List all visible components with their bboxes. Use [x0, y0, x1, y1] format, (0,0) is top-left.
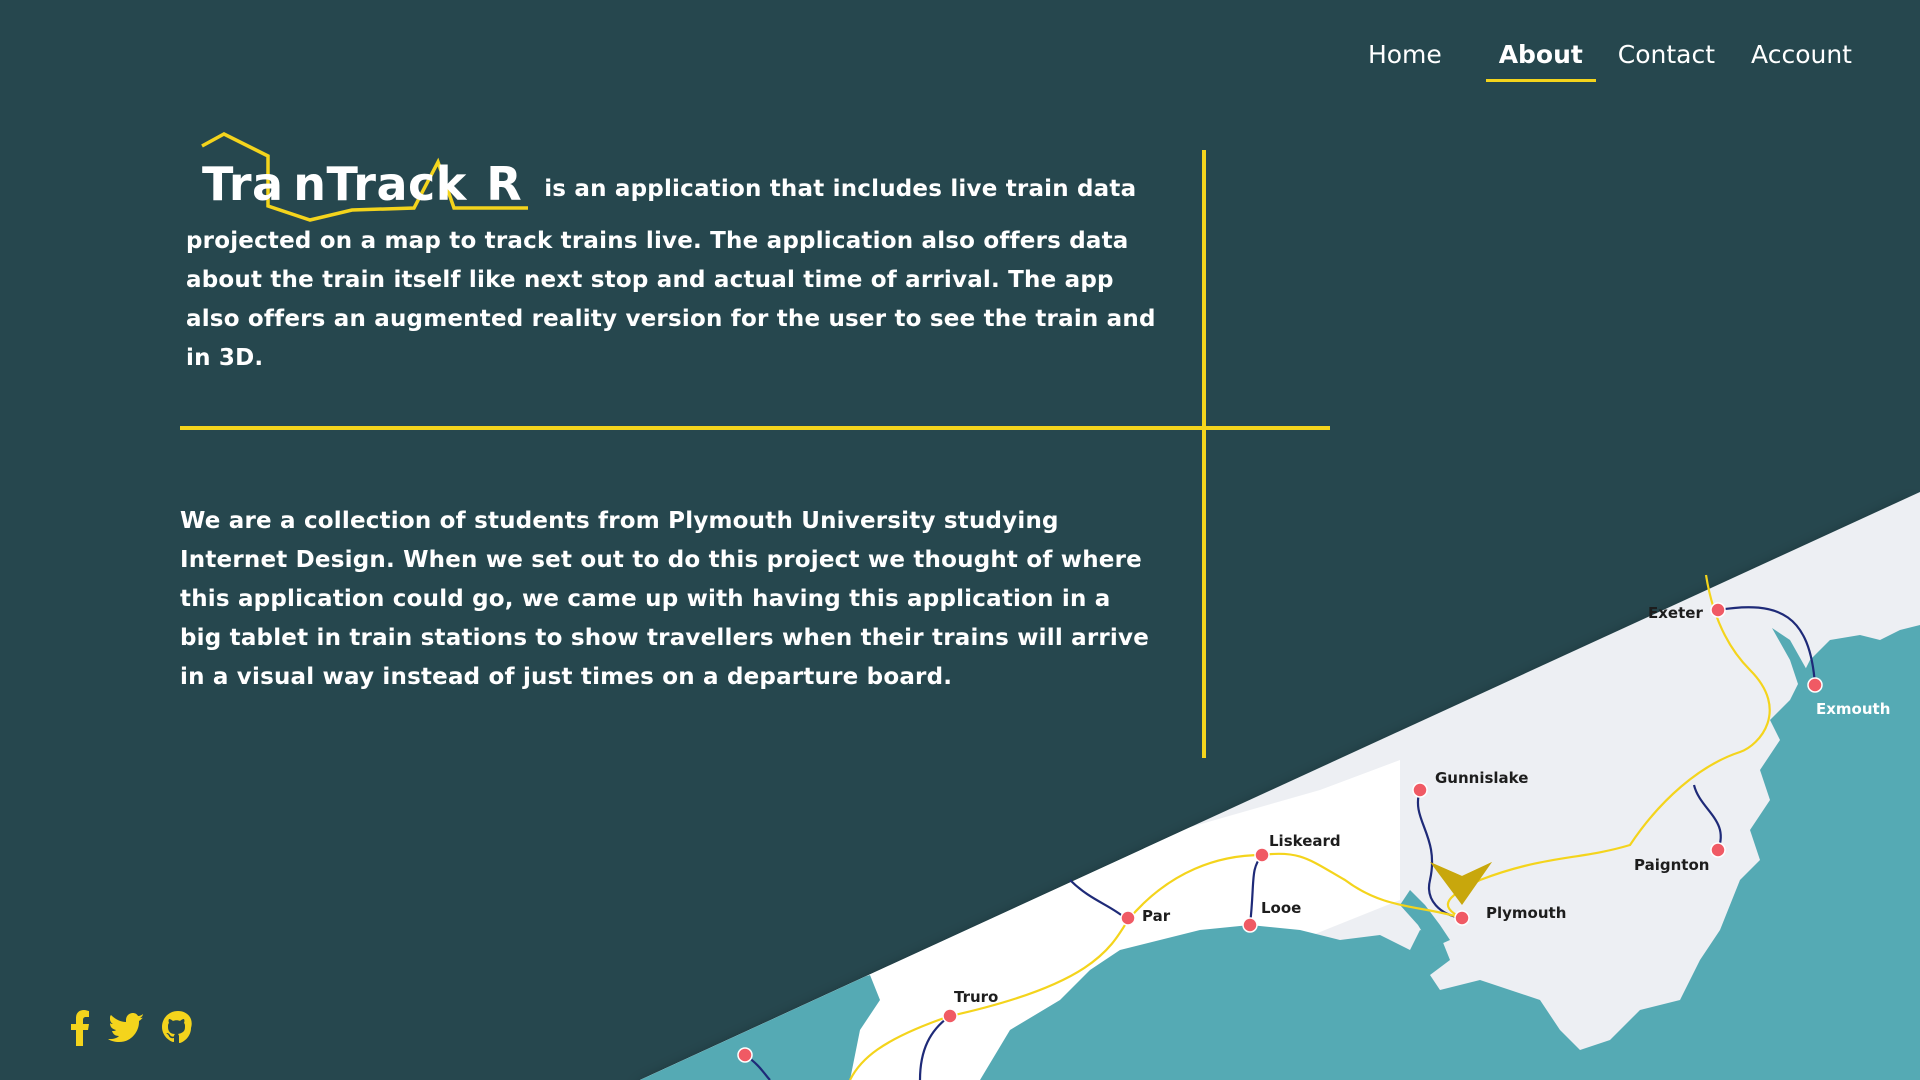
- facebook-icon[interactable]: [70, 1010, 90, 1050]
- github-icon[interactable]: [162, 1011, 194, 1049]
- map-estuary-exe: [1772, 628, 1812, 700]
- map-sea: [640, 975, 880, 1080]
- station-label-plymouth: Plymouth: [1486, 904, 1567, 922]
- nav-home-link[interactable]: Home: [1368, 34, 1442, 79]
- station-truro-dot: [942, 1008, 958, 1024]
- station-label-gunnislake: Gunnislake: [1435, 769, 1529, 787]
- station-label-exmouth: Exmouth: [1816, 700, 1891, 718]
- station-west-dot: [737, 1047, 753, 1063]
- nav-account-link[interactable]: Account: [1751, 34, 1852, 79]
- station-gunnislake-dot: [1412, 782, 1428, 798]
- horizontal-divider: [180, 426, 1330, 430]
- train-marker-icon: [1430, 862, 1492, 905]
- main-nav: Home About Contact Account: [1368, 34, 1852, 82]
- station-label-paignton: Paignton: [1634, 856, 1710, 874]
- station-plymouth-dot: [1454, 910, 1470, 926]
- station-liskeard-dot: [1254, 847, 1270, 863]
- nav-contact-link[interactable]: Contact: [1618, 34, 1715, 79]
- map-land-west: [640, 760, 1400, 1080]
- station-par-dot: [1120, 910, 1136, 926]
- station-exeter-dot: [1710, 602, 1726, 618]
- station-label-truro: Truro: [954, 988, 999, 1006]
- station-paignton-dot: [1710, 842, 1726, 858]
- map-estuary-tamar: [1400, 890, 1450, 948]
- station-label-liskeard: Liskeard: [1269, 832, 1341, 850]
- station-exmouth-dot: [1807, 677, 1823, 693]
- station-label-exeter: Exeter: [1648, 604, 1703, 622]
- social-links: [70, 1010, 194, 1050]
- logo-wordmark: Tra nTrack R: [202, 157, 523, 211]
- intro-paragraph: Tra nTrack R is an application that incl…: [186, 128, 1156, 378]
- traintrackar-logo: Tra nTrack R: [186, 128, 538, 222]
- station-looe-dot: [1242, 917, 1258, 933]
- twitter-icon[interactable]: [108, 1013, 144, 1047]
- about-paragraph: We are a collection of students from Ply…: [180, 508, 1150, 690]
- station-label-looe: Looe: [1261, 899, 1302, 917]
- station-label-par: Par: [1142, 907, 1171, 925]
- nav-about-link[interactable]: About: [1485, 34, 1596, 82]
- vertical-divider: [1202, 150, 1206, 758]
